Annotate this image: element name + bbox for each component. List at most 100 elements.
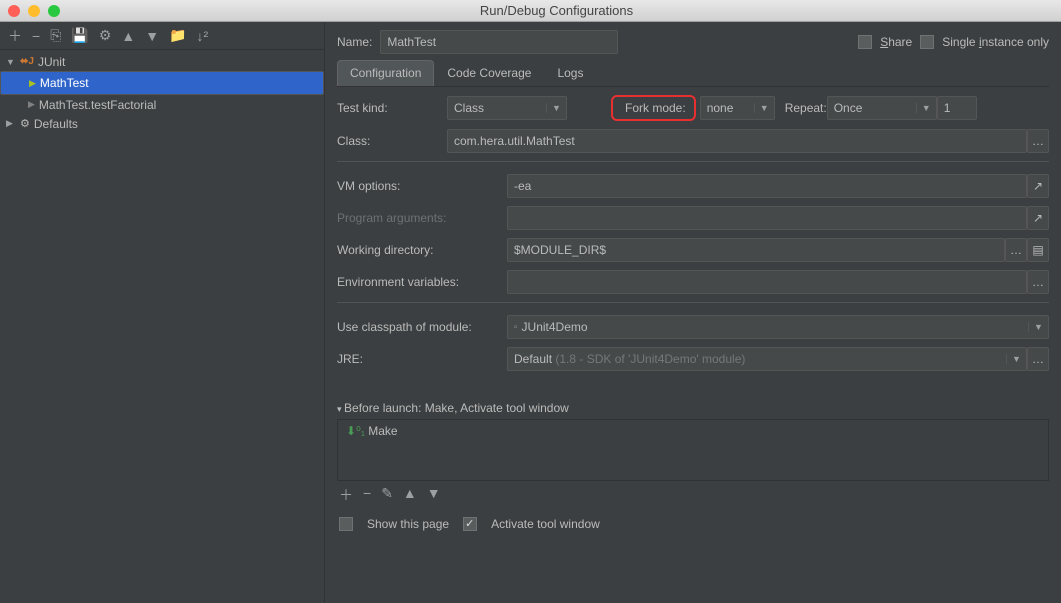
separator — [337, 302, 1049, 303]
combo-value: Class — [454, 101, 546, 115]
test-kind-label: Test kind: — [337, 101, 447, 115]
zoom-window-button[interactable] — [48, 5, 60, 17]
tab-logs[interactable]: Logs — [544, 60, 596, 86]
tree-label: MathTest — [40, 76, 89, 90]
repeat-label: Repeat: — [785, 101, 827, 115]
tree-label: JUnit — [38, 55, 65, 69]
single-instance-checkbox[interactable] — [920, 35, 934, 49]
class-label: Class: — [337, 134, 447, 148]
share-checkbox[interactable] — [858, 35, 872, 49]
share-label: Share — [880, 35, 912, 49]
wd-browse-button[interactable]: … — [1005, 238, 1027, 262]
titlebar: Run/Debug Configurations — [0, 0, 1061, 22]
activate-tool-checkbox[interactable] — [463, 517, 477, 531]
show-page-label: Show this page — [367, 517, 449, 531]
tree-node-junit[interactable]: ▼ ⬌J JUnit — [0, 52, 324, 71]
item-label: Make — [368, 424, 397, 438]
tree-label: Defaults — [34, 117, 78, 131]
move-down-button[interactable]: ▼ — [145, 28, 159, 44]
module-icon: ▫ — [514, 322, 518, 333]
working-dir-input[interactable] — [507, 238, 1005, 262]
env-vars-input[interactable] — [507, 270, 1027, 294]
working-dir-label: Working directory: — [337, 243, 507, 257]
fork-mode-highlight: Fork mode: — [611, 95, 696, 121]
program-args-input[interactable] — [507, 206, 1027, 230]
jre-combo[interactable]: Default (1.8 - SDK of 'JUnit4Demo' modul… — [507, 347, 1027, 371]
sidebar: ＋ − ⎘ 💾 ⚙ ▲ ▼ 📁 ↓² ▼ ⬌J JUnit ▶ MathTest… — [0, 22, 325, 603]
name-input[interactable] — [380, 30, 618, 54]
sort-button[interactable]: ↓² — [197, 28, 209, 44]
expand-icon: ▼ — [6, 57, 16, 67]
wd-macro-button[interactable]: ▤ — [1027, 238, 1049, 262]
before-launch-toolbar: ＋ − ✎ ▲ ▼ — [337, 481, 1049, 509]
tab-bar: Configuration Code Coverage Logs — [337, 60, 1049, 87]
class-browse-button[interactable]: … — [1027, 129, 1049, 153]
vm-options-label: VM options: — [337, 179, 507, 193]
env-browse-button[interactable]: … — [1027, 270, 1049, 294]
jre-browse-button[interactable]: … — [1027, 347, 1049, 371]
single-instance-label: Single instance only — [942, 35, 1049, 49]
tree-label: MathTest.testFactorial — [39, 98, 156, 112]
chevron-down-icon: ▼ — [1006, 354, 1022, 364]
env-vars-label: Environment variables: — [337, 275, 507, 289]
repeat-count-input[interactable] — [937, 96, 977, 120]
window-controls — [8, 5, 60, 17]
run-icon: ▶ — [28, 99, 35, 110]
class-input[interactable] — [447, 129, 1027, 153]
folder-button[interactable]: 📁 — [169, 27, 186, 44]
chevron-down-icon: ▼ — [546, 103, 562, 113]
gear-icon: ⚙ — [20, 117, 30, 130]
window-title: Run/Debug Configurations — [60, 3, 1053, 18]
minimize-window-button[interactable] — [28, 5, 40, 17]
repeat-combo[interactable]: Once ▼ — [827, 96, 937, 120]
bl-add-button[interactable]: ＋ — [339, 485, 353, 505]
fork-mode-combo[interactable]: none ▼ — [700, 96, 775, 120]
before-launch-item[interactable]: ⬇⁰₁ Make — [340, 422, 1046, 440]
run-icon: ▶ — [29, 78, 36, 89]
combo-value: none — [707, 101, 754, 115]
bl-down-button[interactable]: ▼ — [427, 485, 441, 505]
junit-icon: ⬌J — [20, 56, 34, 67]
config-tree: ▼ ⬌J JUnit ▶ MathTest ▶ MathTest.testFac… — [0, 50, 324, 603]
combo-value: Default (1.8 - SDK of 'JUnit4Demo' modul… — [514, 352, 1006, 366]
classpath-label: Use classpath of module: — [337, 320, 507, 334]
pa-expand-button[interactable]: ↗ — [1027, 206, 1049, 230]
test-kind-combo[interactable]: Class ▼ — [447, 96, 567, 120]
save-config-button[interactable]: 💾 — [71, 27, 88, 44]
before-launch-list[interactable]: ⬇⁰₁ Make — [337, 419, 1049, 481]
settings-button[interactable]: ⚙ — [99, 27, 112, 44]
vm-options-input[interactable] — [507, 174, 1027, 198]
vm-expand-button[interactable]: ↗ — [1027, 174, 1049, 198]
tab-code-coverage[interactable]: Code Coverage — [434, 60, 544, 86]
show-page-checkbox[interactable] — [339, 517, 353, 531]
chevron-down-icon: ▼ — [1028, 322, 1044, 332]
chevron-down-icon: ▼ — [916, 103, 932, 113]
tree-node-mathtest[interactable]: ▶ MathTest — [0, 71, 324, 95]
remove-config-button[interactable]: − — [32, 28, 40, 44]
separator — [337, 161, 1049, 162]
jre-label: JRE: — [337, 352, 507, 366]
fork-mode-label: Fork mode: — [625, 101, 686, 115]
copy-config-button[interactable]: ⎘ — [50, 27, 61, 44]
bl-edit-button[interactable]: ✎ — [381, 485, 393, 505]
name-label: Name: — [337, 35, 372, 49]
sidebar-toolbar: ＋ − ⎘ 💾 ⚙ ▲ ▼ 📁 ↓² — [0, 22, 324, 50]
tree-node-defaults[interactable]: ▶ ⚙ Defaults — [0, 114, 324, 133]
chevron-down-icon: ▼ — [754, 103, 770, 113]
add-config-button[interactable]: ＋ — [8, 26, 22, 46]
activate-tool-label: Activate tool window — [491, 517, 600, 531]
close-window-button[interactable] — [8, 5, 20, 17]
combo-value: JUnit4Demo — [522, 320, 1028, 334]
expand-icon: ▶ — [6, 118, 16, 129]
main-pane: Name: Share Single instance only Configu… — [325, 22, 1061, 603]
tree-node-testfactorial[interactable]: ▶ MathTest.testFactorial — [0, 95, 324, 114]
make-icon: ⬇⁰₁ — [346, 424, 365, 438]
tab-configuration[interactable]: Configuration — [337, 60, 434, 86]
program-args-label: Program arguments: — [337, 211, 507, 225]
combo-value: Once — [834, 101, 916, 115]
classpath-combo[interactable]: ▫ JUnit4Demo ▼ — [507, 315, 1049, 339]
move-up-button[interactable]: ▲ — [121, 28, 135, 44]
bl-up-button[interactable]: ▲ — [403, 485, 417, 505]
bl-remove-button[interactable]: − — [363, 485, 371, 505]
before-launch-header[interactable]: Before launch: Make, Activate tool windo… — [337, 401, 1049, 415]
